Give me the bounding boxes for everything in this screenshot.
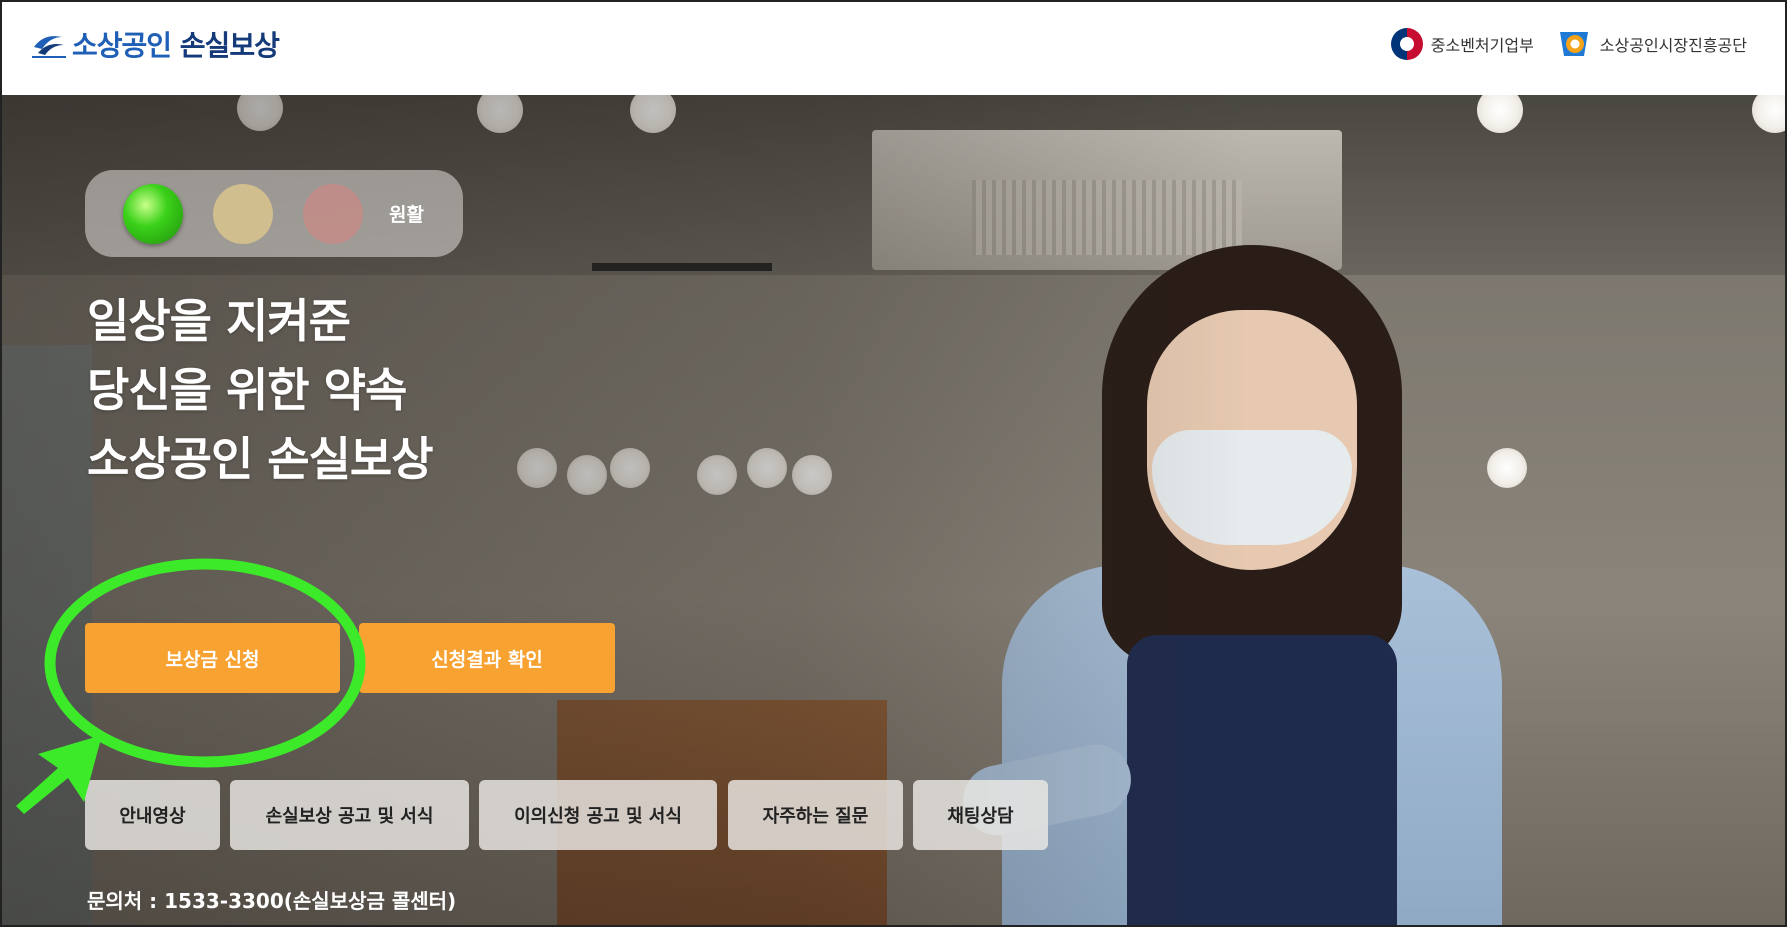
partner-mss-label: 중소벤처기업부 <box>1430 36 1534 55</box>
site-header: 소상공인 손실보상 중소벤처기업부 소상공인시장진흥공단 <box>2 2 1785 95</box>
status-label: 원활 <box>389 204 424 226</box>
check-result-button[interactable]: 신청결과 확인 <box>359 623 615 693</box>
logo-text: 소상공인 손실보상 <box>72 24 280 64</box>
headline-line-3: 소상공인 손실보상 <box>87 432 434 486</box>
partner-semas[interactable]: 소상공인시장진흥공단 <box>1556 28 1747 60</box>
status-light-yellow-icon <box>213 183 273 244</box>
faq-button[interactable]: 자주하는 질문 <box>728 780 903 850</box>
partner-mss[interactable]: 중소벤처기업부 <box>1390 28 1534 60</box>
objection-notice-button[interactable]: 이의신청 공고 및 서식 <box>479 780 717 850</box>
hero-headline: 일상을 지켜준 당신을 위한 약속 소상공인 손실보상 <box>87 287 434 494</box>
guide-video-button[interactable]: 안내영상 <box>85 780 220 850</box>
loss-compensation-notice-button[interactable]: 손실보상 공고 및 서식 <box>230 780 469 850</box>
logo-wave-icon <box>32 27 66 61</box>
korea-government-emblem-icon <box>1390 28 1423 60</box>
contact-info: 문의처 : 1533-3300(손실보상금 콜센터) <box>87 889 457 913</box>
headline-line-1: 일상을 지켜준 <box>87 294 351 348</box>
apply-compensation-button[interactable]: 보상금 신청 <box>85 623 340 693</box>
chat-consult-button[interactable]: 채팅상담 <box>913 780 1048 850</box>
logo-text-secondary: 손실보상 <box>179 29 280 62</box>
semas-emblem-icon <box>1556 28 1592 60</box>
hero-section: 원활 일상을 지켜준 당신을 위한 약속 소상공인 손실보상 보상금 신청 신청… <box>2 95 1785 925</box>
status-light-red-icon <box>303 183 363 244</box>
logo-text-primary: 소상공인 <box>72 29 172 62</box>
status-light-green-icon <box>123 183 183 244</box>
partner-semas-label: 소상공인시장진흥공단 <box>1599 36 1747 55</box>
service-status-indicator: 원활 <box>85 170 463 257</box>
partner-logos: 중소벤처기업부 소상공인시장진흥공단 <box>1390 28 1747 60</box>
headline-line-2: 당신을 위한 약속 <box>87 363 407 417</box>
site-logo[interactable]: 소상공인 손실보상 <box>32 24 280 64</box>
browser-frame: 소상공인 손실보상 중소벤처기업부 소상공인시장진흥공단 원활 일상을 지켜준 … <box>0 0 1787 927</box>
